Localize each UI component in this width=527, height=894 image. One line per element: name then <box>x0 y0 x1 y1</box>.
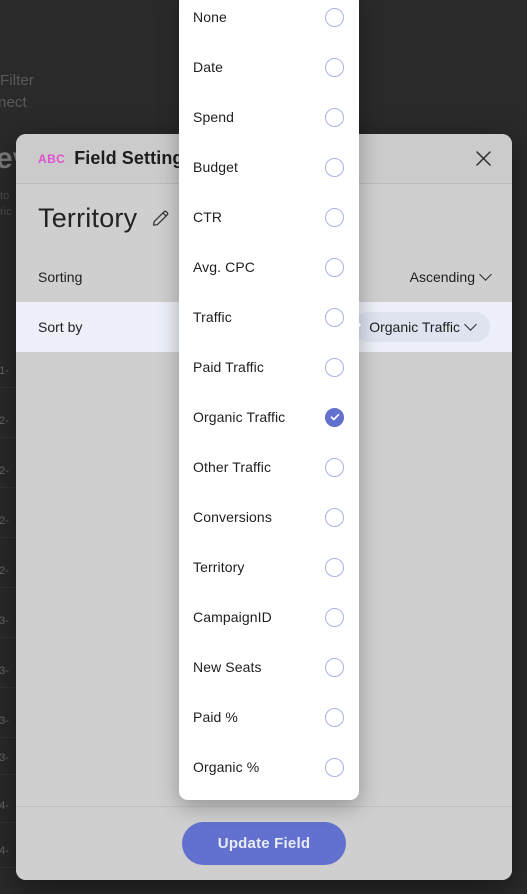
setting-label: Sort by <box>38 319 83 335</box>
radio-unselected-icon[interactable] <box>325 557 344 577</box>
dropdown-option-label: New Seats <box>193 659 262 675</box>
background-row-label: 23- <box>0 665 9 677</box>
dropdown-option-label: Organic Traffic <box>193 409 286 425</box>
radio-unselected-icon[interactable] <box>325 257 344 277</box>
background-row-label: 22- <box>0 415 9 427</box>
close-icon[interactable] <box>468 144 498 174</box>
dropdown-option[interactable]: Organic Traffic <box>179 392 359 442</box>
setting-value-dropdown[interactable]: Ascending <box>409 267 492 285</box>
dropdown-pointer <box>352 316 361 334</box>
setting-value-dropdown[interactable]: Organic Traffic <box>354 312 490 342</box>
setting-value-text: Ascending <box>409 269 475 285</box>
dropdown-option-label: Date <box>193 59 223 75</box>
dropdown-option[interactable]: Budget <box>179 142 359 192</box>
dropdown-option[interactable]: Paid % <box>179 692 359 742</box>
chevron-down-icon <box>464 317 477 331</box>
dropdown-option[interactable]: CTR <box>179 192 359 242</box>
screen: Filternectevtoric 21-22-22-22-22-23-23-2… <box>0 0 527 894</box>
dropdown-option-label: Avg. CPC <box>193 259 256 275</box>
dropdown-option[interactable]: New Seats <box>179 642 359 692</box>
radio-unselected-icon[interactable] <box>325 357 344 377</box>
radio-selected-icon[interactable] <box>325 407 344 427</box>
background-row-label: 22- <box>0 465 9 477</box>
sort-by-dropdown: None Date Spend Budget CTR Avg. CPC Traffic Pai… <box>179 0 359 800</box>
dropdown-option[interactable]: Conversions <box>179 492 359 542</box>
radio-unselected-icon[interactable] <box>325 207 344 227</box>
sort-by-option-list: None Date Spend Budget CTR Avg. CPC Traffic Pai… <box>179 0 359 792</box>
pencil-icon[interactable] <box>150 208 171 229</box>
dropdown-option-label: Paid % <box>193 709 238 725</box>
dropdown-option-label: Organic % <box>193 759 260 775</box>
field-name: Territory <box>38 202 138 233</box>
background-fragment: ric <box>0 206 12 218</box>
dropdown-option-label: Paid Traffic <box>193 359 264 375</box>
background-row-label: 24- <box>0 845 9 857</box>
dialog-title: Field Settings <box>74 148 194 168</box>
background-fragment: nect <box>0 94 27 111</box>
radio-unselected-icon[interactable] <box>325 7 344 27</box>
dropdown-option-label: Traffic <box>193 309 232 325</box>
abc-type-icon: ABC <box>38 151 66 166</box>
background-row-label: 23- <box>0 615 9 627</box>
radio-unselected-icon[interactable] <box>325 307 344 327</box>
dropdown-option-label: Spend <box>193 109 234 125</box>
dropdown-option[interactable]: Date <box>179 42 359 92</box>
dropdown-option-label: Budget <box>193 159 238 175</box>
dropdown-option[interactable]: Territory <box>179 542 359 592</box>
background-row-label: 21- <box>0 365 9 377</box>
background-row-label: 23- <box>0 715 9 727</box>
dropdown-option-label: None <box>193 9 227 25</box>
radio-unselected-icon[interactable] <box>325 657 344 677</box>
radio-unselected-icon[interactable] <box>325 457 344 477</box>
dropdown-option[interactable]: None <box>179 0 359 42</box>
background-row-label: 24- <box>0 800 9 812</box>
radio-unselected-icon[interactable] <box>325 157 344 177</box>
background-fragment: to <box>0 190 10 202</box>
dropdown-option-label: Conversions <box>193 509 272 525</box>
dropdown-option[interactable]: Organic % <box>179 742 359 792</box>
radio-unselected-icon[interactable] <box>325 57 344 77</box>
dropdown-option-label: CTR <box>193 209 223 225</box>
update-field-button[interactable]: Update Field <box>181 822 347 865</box>
setting-label: Sorting <box>38 269 83 285</box>
background-row-label: 22- <box>0 565 9 577</box>
background-row-label: 23- <box>0 752 9 764</box>
radio-unselected-icon[interactable] <box>325 607 344 627</box>
radio-unselected-icon[interactable] <box>325 507 344 527</box>
dropdown-option[interactable]: Traffic <box>179 292 359 342</box>
dropdown-option[interactable]: Avg. CPC <box>179 242 359 292</box>
dropdown-option-label: CampaignID <box>193 609 272 625</box>
dropdown-option-label: Other Traffic <box>193 459 272 475</box>
chevron-down-icon <box>479 267 492 281</box>
setting-value-text: Organic Traffic <box>369 319 460 335</box>
dialog-footer: Update Field <box>16 806 512 880</box>
dropdown-option-label: Territory <box>193 559 245 575</box>
radio-unselected-icon[interactable] <box>325 107 344 127</box>
dropdown-option[interactable]: CampaignID <box>179 592 359 642</box>
dropdown-option[interactable]: Other Traffic <box>179 442 359 492</box>
background-fragment: Filter <box>0 72 34 89</box>
radio-unselected-icon[interactable] <box>325 707 344 727</box>
background-row-label: 22- <box>0 515 9 527</box>
dropdown-option[interactable]: Spend <box>179 92 359 142</box>
radio-unselected-icon[interactable] <box>325 757 344 777</box>
dropdown-option[interactable]: Paid Traffic <box>179 342 359 392</box>
